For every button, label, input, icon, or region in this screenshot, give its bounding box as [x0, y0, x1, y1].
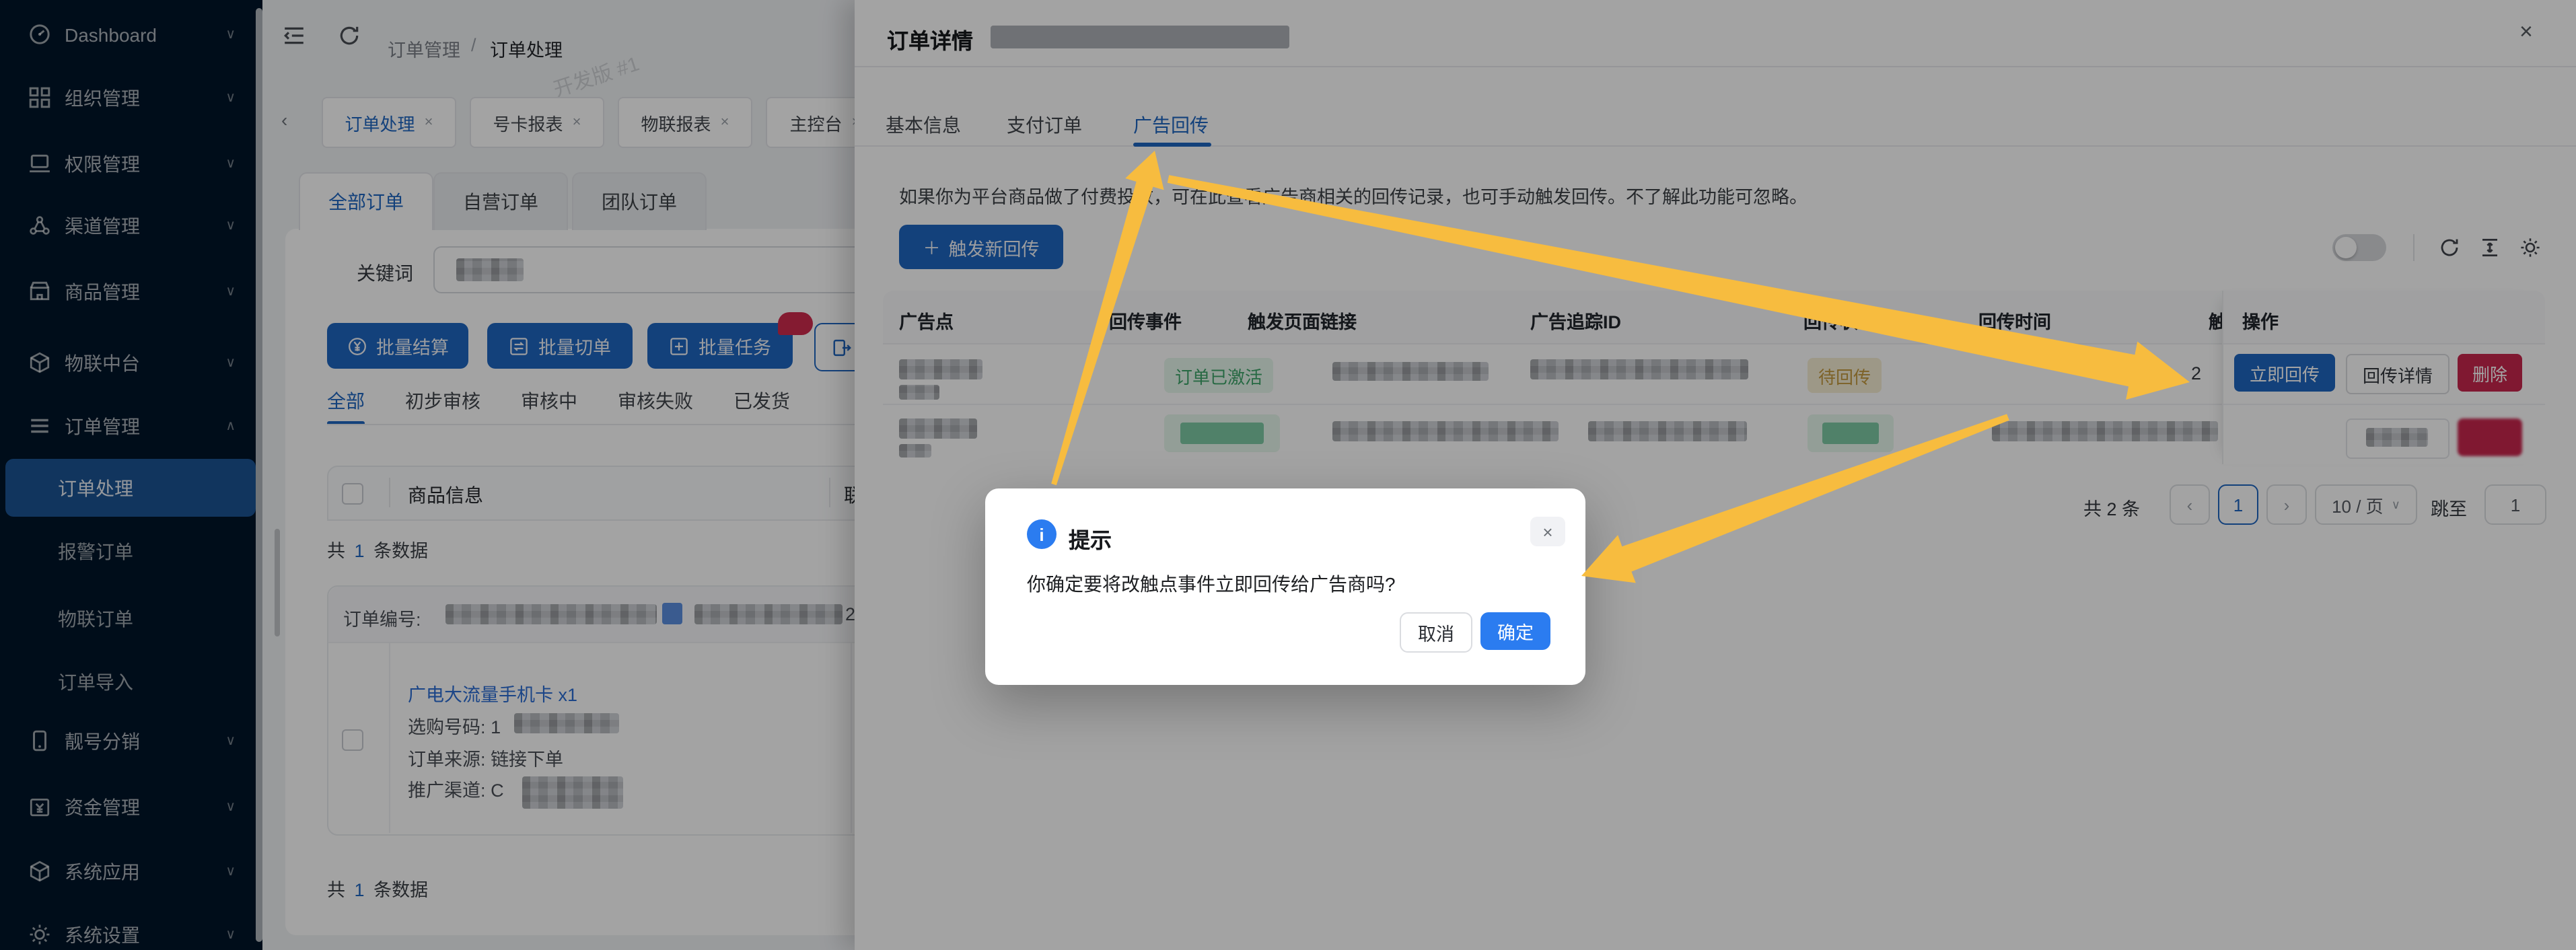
- confirm-modal: i 提示 × 你确定要将改触点事件立即回传给广告商吗? 取消 确定: [985, 488, 1585, 685]
- modal-title: 提示: [1069, 522, 1112, 554]
- info-icon: i: [1027, 519, 1057, 549]
- screenshot-stage: Dashboard ∨ 组织管理 ∨ 权限管理 ∨ 渠道管理 ∨ 商品管理 ∨ …: [0, 0, 2576, 950]
- cancel-button[interactable]: 取消: [1400, 612, 1472, 653]
- confirm-button[interactable]: 确定: [1480, 612, 1550, 650]
- button-label: 取消: [1418, 619, 1454, 646]
- info-glyph: i: [1039, 524, 1044, 544]
- modal-body-text: 你确定要将改触点事件立即回传给广告商吗?: [1027, 571, 1396, 597]
- modal-mask[interactable]: [0, 0, 2576, 950]
- button-label: 确定: [1497, 618, 1534, 645]
- modal-close-icon[interactable]: ×: [1530, 517, 1565, 546]
- close-glyph: ×: [1542, 521, 1552, 542]
